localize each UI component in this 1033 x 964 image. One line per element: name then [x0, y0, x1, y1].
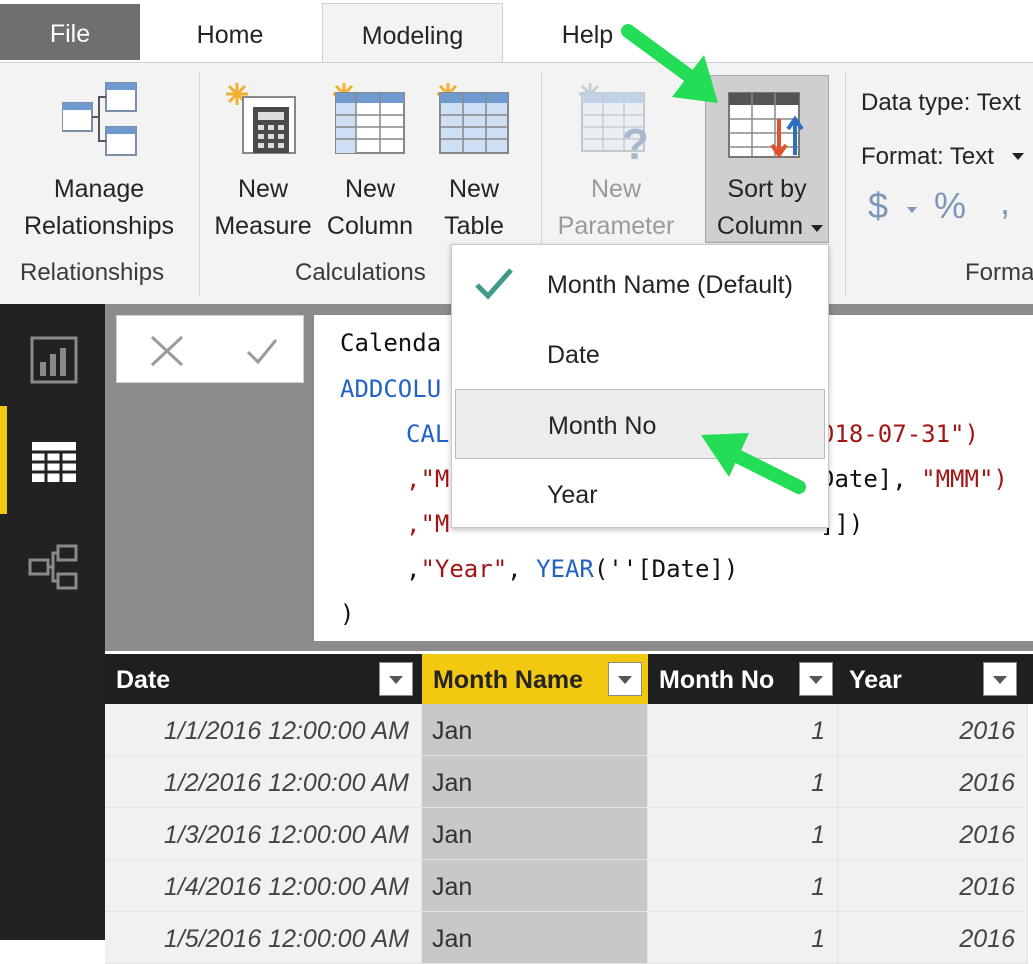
ribbon-separator	[199, 71, 200, 296]
tab-home[interactable]: Home	[140, 0, 320, 62]
manage-label-2: Relationships	[23, 212, 175, 240]
code-line: ,"M	[406, 465, 450, 493]
chevron-down-icon	[1012, 153, 1024, 160]
new-measure-label-2: Measure	[214, 212, 312, 240]
table-cell: 2016	[838, 860, 1028, 912]
table-cell: 1/1/2016 12:00:00 AM	[105, 704, 422, 756]
table-cell: 2016	[838, 808, 1028, 860]
model-view-icon[interactable]	[28, 544, 80, 592]
filter-dropdown-button[interactable]	[799, 662, 833, 696]
group-label-calculations: Calculations	[295, 259, 426, 286]
menu-item-month-no[interactable]: Month No	[455, 389, 825, 459]
new-table-icon	[437, 83, 509, 154]
table-cell: 1/3/2016 12:00:00 AM	[105, 808, 422, 860]
close-icon[interactable]	[149, 334, 185, 368]
new-column-icon	[333, 83, 405, 154]
check-icon[interactable]	[245, 336, 279, 366]
new-table-label-2: Table	[444, 212, 504, 240]
table-cell: Jan	[422, 808, 648, 860]
sort-by-column-content: Sort by Column	[705, 81, 829, 251]
filter-dropdown-button[interactable]	[983, 662, 1017, 696]
sort-by-column-menu: Month Name (Default) Date Month No Year	[451, 244, 829, 528]
data-type-dropdown[interactable]: Data type: Text	[861, 89, 1021, 117]
group-label-relationships: Relationships	[20, 259, 165, 286]
menu-item-year[interactable]: Year	[452, 459, 828, 529]
code-line: ,"Year", YEAR(''[Date])	[406, 555, 739, 583]
column-header-month-no[interactable]: Month No	[648, 654, 838, 704]
table-cell: 1	[648, 912, 838, 964]
parameter-icon: ?	[579, 83, 649, 161]
table-cell: 2016	[838, 704, 1028, 756]
new-parameter-label-1: New	[590, 175, 641, 203]
column-header-date[interactable]: Date	[105, 654, 422, 704]
formula-commit-buttons	[116, 315, 304, 383]
menu-item-date[interactable]: Date	[452, 319, 828, 389]
table-cell: 1/4/2016 12:00:00 AM	[105, 860, 422, 912]
checkmark-icon	[475, 268, 513, 300]
sort-by-label-1: Sort by	[727, 175, 807, 203]
table-cell: Jan	[422, 756, 648, 808]
code-line: Calenda	[340, 329, 442, 357]
manage-label-1: Manage	[53, 175, 145, 203]
table-cell: Jan	[422, 704, 648, 756]
table-cell: 1	[648, 808, 838, 860]
data-grid: Date Month Name Month No Year 1/1/2016 1…	[105, 654, 1033, 964]
menu-item-month-name-default[interactable]: Month Name (Default)	[452, 249, 828, 319]
table-cell: 2016	[838, 912, 1028, 964]
code-line: ,"M	[406, 510, 450, 538]
tab-help[interactable]: Help	[530, 0, 645, 62]
new-table-label-1: New	[448, 175, 499, 203]
left-view-nav	[0, 304, 105, 940]
table-cell: Jan	[422, 912, 648, 964]
currency-button[interactable]: $	[868, 185, 888, 227]
data-view-icon[interactable]	[30, 440, 78, 484]
code-line: Date], "MMM")	[820, 465, 1008, 493]
new-column-label-2: Column	[326, 212, 414, 240]
manage-relationships-button[interactable]: Manage Relationships	[14, 81, 184, 251]
table-cell: 2016	[838, 756, 1028, 808]
code-line: CAL	[406, 420, 450, 448]
filter-dropdown-button[interactable]	[379, 662, 413, 696]
chevron-down-icon	[811, 225, 823, 232]
format-dropdown[interactable]: Format: Text	[861, 143, 994, 171]
column-header-month-name[interactable]: Month Name	[422, 654, 648, 704]
table-cell: 1/2/2016 12:00:00 AM	[105, 756, 422, 808]
code-line: )	[340, 600, 355, 628]
sort-by-column-icon	[728, 92, 804, 159]
calculator-icon	[226, 83, 296, 154]
code-line: 018-07-31")	[820, 420, 979, 448]
comma-button[interactable]: ,	[1000, 181, 1010, 223]
filter-dropdown-button[interactable]	[608, 662, 642, 696]
table-cell: 1	[648, 756, 838, 808]
active-view-indicator	[0, 406, 7, 514]
percent-button[interactable]: %	[934, 185, 966, 227]
tab-modeling[interactable]: Modeling	[322, 3, 503, 63]
svg-text:?: ?	[622, 120, 649, 161]
new-parameter-button[interactable]: ? New Parameter	[552, 81, 680, 251]
table-cell: 1/5/2016 12:00:00 AM	[105, 912, 422, 964]
new-table-button[interactable]: New Table	[424, 81, 524, 251]
table-cell: 1	[648, 860, 838, 912]
table-cell: Jan	[422, 860, 648, 912]
code-line: ADDCOLU	[340, 375, 442, 403]
ribbon-separator	[845, 71, 846, 296]
tab-file[interactable]: File	[0, 4, 140, 60]
new-column-label-1: New	[344, 175, 395, 203]
new-parameter-label-2: Parameter	[557, 212, 675, 240]
report-view-icon[interactable]	[30, 336, 78, 384]
table-cell: 1	[648, 704, 838, 756]
new-measure-button[interactable]: New Measure	[211, 81, 315, 251]
new-column-button[interactable]: New Column	[320, 81, 420, 251]
group-label-formatting: Forma	[965, 259, 1033, 286]
column-header-year[interactable]: Year	[838, 654, 1033, 704]
relationships-icon	[62, 82, 137, 156]
new-measure-label-1: New	[237, 175, 288, 203]
ribbon-tab-bar: File Home Modeling Help	[0, 0, 1033, 63]
chevron-down-icon	[907, 207, 917, 213]
